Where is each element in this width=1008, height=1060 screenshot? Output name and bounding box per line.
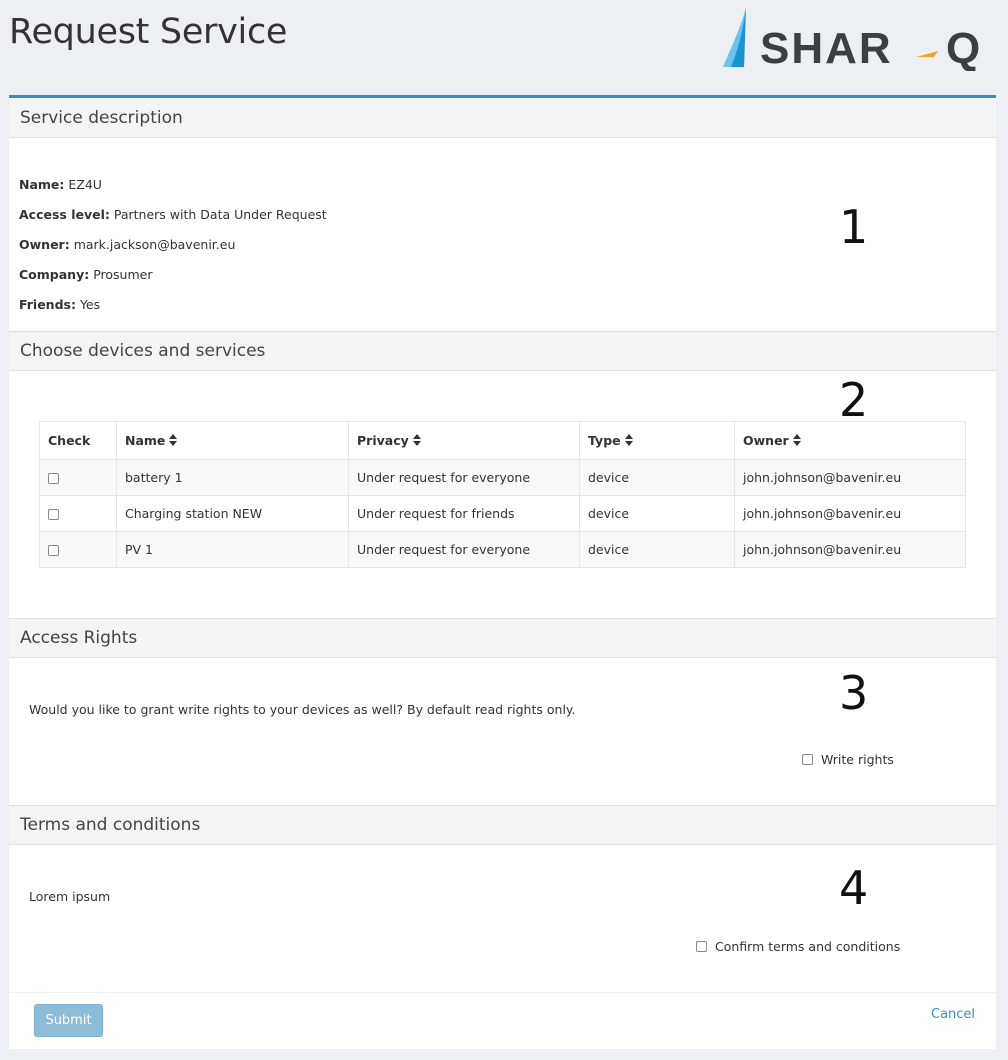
field-value: Partners with Data Under Request <box>113 207 327 222</box>
device-type: device <box>579 459 735 496</box>
service-friends: Friends: Yes <box>19 297 100 312</box>
confirm-terms-option[interactable]: Confirm terms and conditions <box>696 939 900 954</box>
devices-body: 2 Check Name Privacy Type Owner battery … <box>9 371 996 618</box>
device-owner: john.johnson@bavenir.eu <box>734 459 966 496</box>
device-privacy: Under request for everyone <box>348 531 580 568</box>
sort-icon[interactable] <box>624 434 633 446</box>
table-row: battery 1 Under request for everyone dev… <box>39 459 966 496</box>
field-label: Owner: <box>19 237 70 252</box>
field-label: Company: <box>19 267 90 282</box>
device-checkbox[interactable] <box>48 509 59 520</box>
terms-text: Lorem ipsum <box>29 889 111 904</box>
device-name: battery 1 <box>116 459 349 496</box>
field-value: Prosumer <box>93 267 153 282</box>
step-number-3: 3 <box>839 666 869 720</box>
form-footer: Submit Cancel <box>9 992 996 1049</box>
column-header-type[interactable]: Type <box>579 421 735 460</box>
device-owner: john.johnson@bavenir.eu <box>734 495 966 532</box>
write-rights-option[interactable]: Write rights <box>802 752 894 767</box>
field-value: EZ4U <box>68 177 102 192</box>
section-title: Choose devices and services <box>20 341 266 361</box>
write-rights-question: Would you like to grant write rights to … <box>29 702 576 717</box>
page-title: Request Service <box>9 12 288 52</box>
device-name: Charging station NEW <box>116 495 349 532</box>
service-description-header: Service description <box>9 98 996 138</box>
sort-icon[interactable] <box>169 434 178 446</box>
step-number-2: 2 <box>839 373 869 427</box>
submit-button[interactable]: Submit <box>34 1004 103 1037</box>
device-privacy: Under request for everyone <box>348 459 580 496</box>
device-owner: john.johnson@bavenir.eu <box>734 531 966 568</box>
check-cell <box>39 495 117 532</box>
devices-header: Choose devices and services <box>9 331 996 371</box>
device-type: device <box>579 495 735 532</box>
field-label: Access level: <box>19 207 110 222</box>
confirm-terms-label: Confirm terms and conditions <box>715 939 901 954</box>
access-rights-header: Access Rights <box>9 618 996 658</box>
service-access-level: Access level: Partners with Data Under R… <box>19 207 327 222</box>
table-row: Charging station NEW Under request for f… <box>39 495 966 532</box>
cancel-link[interactable]: Cancel <box>931 1007 975 1022</box>
write-rights-label: Write rights <box>821 752 894 767</box>
terms-body: 4 Lorem ipsum Confirm terms and conditio… <box>9 845 996 992</box>
device-name: PV 1 <box>116 531 349 568</box>
service-description-box: Service description Name: EZ4U Access le… <box>9 95 996 334</box>
check-cell <box>39 459 117 496</box>
devices-table: Check Name Privacy Type Owner battery 1 … <box>39 421 966 568</box>
sort-icon[interactable] <box>792 434 801 446</box>
service-owner: Owner: mark.jackson@bavenir.eu <box>19 237 235 252</box>
column-header-name[interactable]: Name <box>116 421 349 460</box>
check-cell <box>39 531 117 568</box>
column-header-check: Check <box>39 421 117 460</box>
svg-text:Q: Q <box>946 24 980 71</box>
write-rights-checkbox[interactable] <box>802 754 813 765</box>
column-header-privacy[interactable]: Privacy <box>348 421 580 460</box>
section-title: Terms and conditions <box>20 815 201 835</box>
terms-header: Terms and conditions <box>9 805 996 845</box>
table-row: PV 1 Under request for everyone device j… <box>39 531 966 568</box>
service-name: Name: EZ4U <box>19 177 102 192</box>
step-number-1: 1 <box>839 200 869 254</box>
field-value: mark.jackson@bavenir.eu <box>73 237 236 252</box>
device-checkbox[interactable] <box>48 545 59 556</box>
page-header: Request Service SHAR Q <box>0 0 1008 96</box>
section-title: Access Rights <box>20 628 138 648</box>
device-checkbox[interactable] <box>48 473 59 484</box>
access-rights-body: 3 Would you like to grant write rights t… <box>9 658 996 805</box>
table-header-row: Check Name Privacy Type Owner <box>39 421 966 460</box>
service-company: Company: Prosumer <box>19 267 152 282</box>
field-value: Yes <box>79 297 101 312</box>
column-header-owner[interactable]: Owner <box>734 421 966 460</box>
device-type: device <box>579 531 735 568</box>
step-number-4: 4 <box>839 861 869 915</box>
field-label: Friends: <box>19 297 76 312</box>
device-privacy: Under request for friends <box>348 495 580 532</box>
field-label: Name: <box>19 177 65 192</box>
sort-icon[interactable] <box>412 434 421 446</box>
shar-q-logo: SHAR Q <box>723 7 980 71</box>
svg-text:SHAR: SHAR <box>760 24 893 71</box>
section-title: Service description <box>20 108 183 128</box>
confirm-terms-checkbox[interactable] <box>696 941 707 952</box>
